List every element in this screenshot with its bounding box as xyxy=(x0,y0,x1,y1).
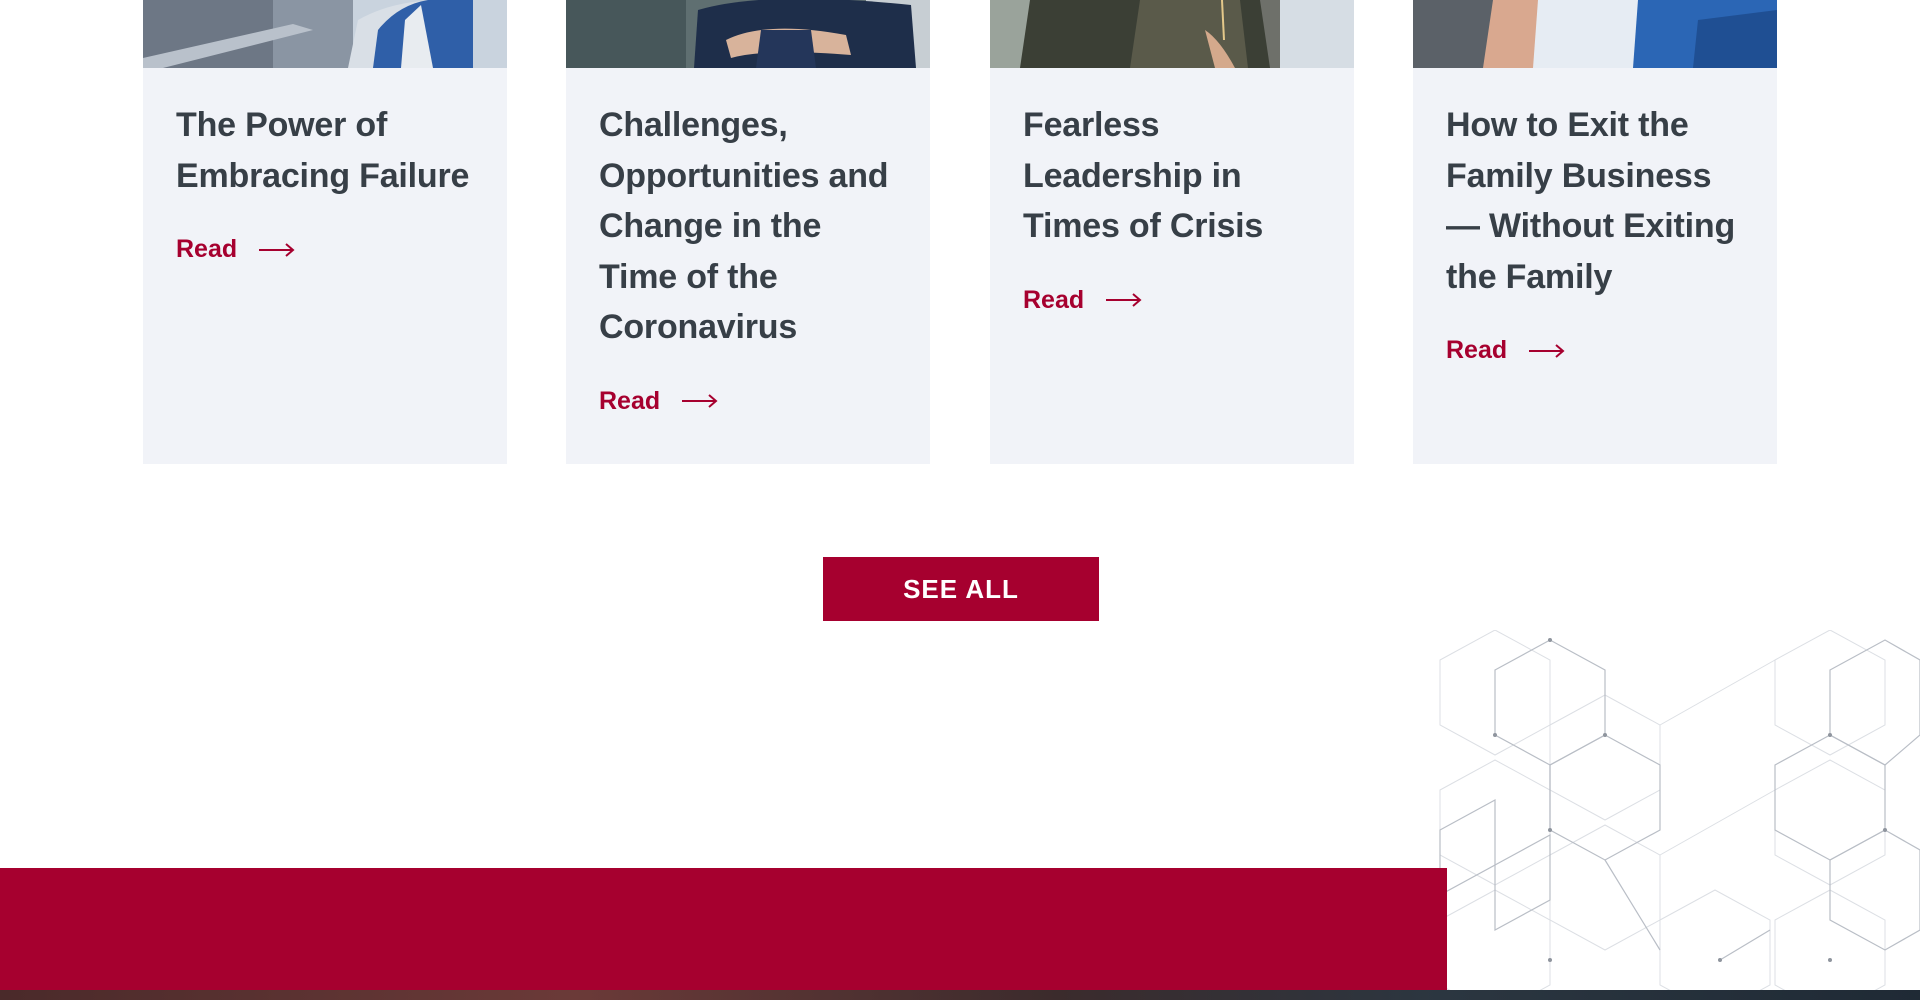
bottom-section-photo xyxy=(0,990,1920,1000)
hexagon-pattern-decoration xyxy=(1438,630,1920,1000)
read-link-label: Read xyxy=(176,235,238,263)
article-title[interactable]: How to Exit the Family Business — Withou… xyxy=(1446,100,1753,302)
article-image[interactable] xyxy=(1413,0,1777,68)
article-title[interactable]: Fearless Leadership in Times of Crisis xyxy=(1023,100,1330,252)
article-title[interactable]: The Power of Embracing Failure xyxy=(176,100,483,201)
arrow-right-icon xyxy=(1529,343,1565,358)
article-card-4: How to Exit the Family Business — Withou… xyxy=(1413,0,1777,464)
article-card-1: The Power of Embracing Failure Read xyxy=(143,0,507,464)
red-banner-band xyxy=(0,868,1447,990)
article-card-body: The Power of Embracing Failure Read xyxy=(176,100,483,264)
read-link[interactable]: Read xyxy=(1446,336,1565,365)
article-card-body: How to Exit the Family Business — Withou… xyxy=(1446,100,1753,365)
article-card-body: Fearless Leadership in Times of Crisis R… xyxy=(1023,100,1330,315)
article-title[interactable]: Challenges, Opportunities and Change in … xyxy=(599,100,906,353)
article-card-2: Challenges, Opportunities and Change in … xyxy=(566,0,930,464)
article-card-3: Fearless Leadership in Times of Crisis R… xyxy=(990,0,1354,464)
arrow-right-icon xyxy=(682,394,718,408)
arrow-right-icon xyxy=(259,242,295,257)
read-link[interactable]: Read xyxy=(176,235,295,264)
article-card-body: Challenges, Opportunities and Change in … xyxy=(599,100,906,416)
read-link-label: Read xyxy=(599,386,661,415)
article-image[interactable] xyxy=(990,0,1354,68)
read-link[interactable]: Read xyxy=(599,387,718,416)
article-image[interactable] xyxy=(566,0,930,68)
read-link-label: Read xyxy=(1446,336,1508,364)
read-link[interactable]: Read xyxy=(1023,286,1142,315)
read-link-label: Read xyxy=(1023,285,1085,314)
article-image[interactable] xyxy=(143,0,507,68)
arrow-right-icon xyxy=(1106,293,1142,307)
see-all-button[interactable]: SEE ALL xyxy=(823,557,1099,621)
